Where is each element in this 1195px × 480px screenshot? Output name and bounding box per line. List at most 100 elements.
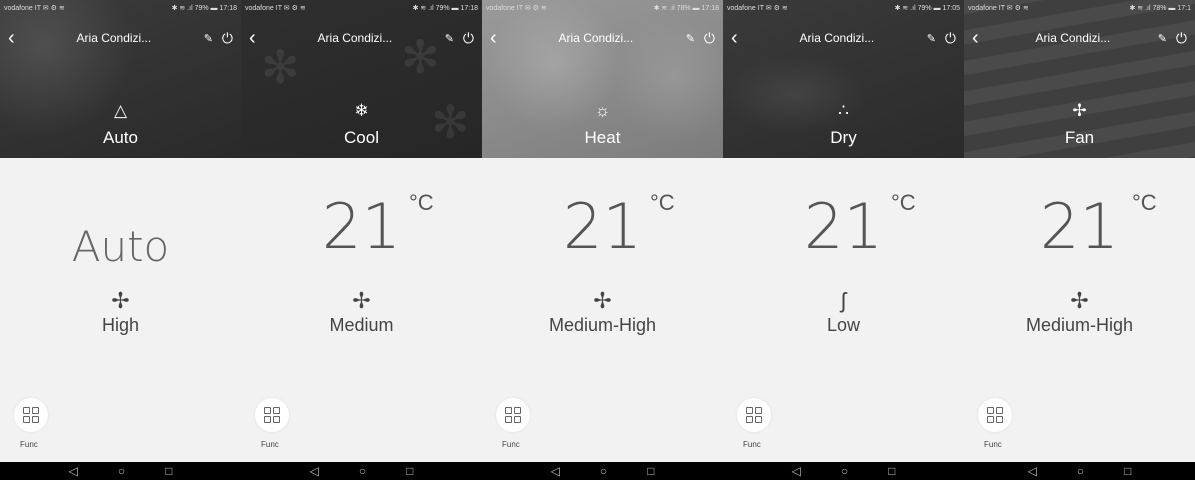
nav-recent-icon[interactable]: □: [165, 464, 172, 478]
edit-icon[interactable]: ✎: [1158, 32, 1167, 45]
back-icon[interactable]: ‹: [249, 28, 269, 48]
nav-recent-icon[interactable]: □: [1124, 464, 1131, 478]
status-bar: vodafone IT ✉ ⚙ ≋ ✱ ≋ .ıl 78% ▬ 17:1: [964, 0, 1195, 16]
system-status: ✱ ≋ .ıl 78% ▬ 17:1: [1129, 5, 1191, 12]
temperature-unit: °C: [650, 190, 675, 215]
nav-back-icon[interactable]: ◁: [792, 464, 801, 478]
fan-speed-label[interactable]: Medium: [241, 315, 482, 336]
edit-icon[interactable]: ✎: [204, 32, 213, 45]
fan-icon[interactable]: ✢: [482, 290, 723, 312]
fan-icon[interactable]: ʃ: [723, 290, 964, 312]
temperature-display[interactable]: 21: [482, 192, 723, 262]
back-icon[interactable]: ‹: [8, 28, 28, 48]
func-button[interactable]: [14, 398, 48, 432]
mode-label[interactable]: Heat: [482, 128, 723, 148]
fan-speed-label[interactable]: Low: [723, 315, 964, 336]
grid-icon: [505, 407, 521, 423]
func-button[interactable]: [978, 398, 1012, 432]
mode-cool-icon: ❄: [354, 101, 369, 120]
power-icon[interactable]: ⏻: [936, 30, 956, 47]
fan-speed-label[interactable]: High: [0, 315, 241, 336]
mode-label[interactable]: Dry: [723, 128, 964, 148]
carrier-status: vodafone IT ✉ ⚙ ≋: [727, 5, 788, 12]
mode-header: ✻ ✻ ✻ vodafone IT ✉ ⚙ ≋ ✱ ≋ .ıl 79% ▬ 17:…: [241, 0, 482, 158]
temperature-unit: °C: [409, 190, 434, 215]
system-status: ✱ ≋ .ıl 79% ▬ 17:18: [412, 5, 478, 12]
screen-cool: ✻ ✻ ✻ vodafone IT ✉ ⚙ ≋ ✱ ≋ .ıl 79% ▬ 17:…: [241, 0, 482, 480]
mode-label[interactable]: Fan: [964, 128, 1195, 148]
power-icon[interactable]: ⏻: [695, 30, 715, 47]
nav-recent-icon[interactable]: □: [647, 464, 654, 478]
func-button[interactable]: [496, 398, 530, 432]
system-nav-bar: ◁ ○ □: [964, 462, 1195, 480]
app-bar: ‹ Aria Condizi... ✎ ⏻: [723, 26, 964, 50]
func-label: Func: [502, 440, 520, 449]
mode-auto-icon: △: [113, 101, 128, 120]
mode-heat-icon: ☼: [594, 101, 611, 120]
back-icon[interactable]: ‹: [731, 28, 751, 48]
system-status: ✱ ≋ .ıl 78% ▬ 17:18: [653, 5, 719, 12]
app-bar: ‹ Aria Condizi... ✎ ⏻: [241, 26, 482, 50]
temperature-unit: °C: [891, 190, 916, 215]
screen-auto: vodafone IT ✉ ⚙ ≋ ✱ ≋ .ıl 79% ▬ 17:18 ‹ A…: [0, 0, 241, 480]
nav-home-icon[interactable]: ○: [600, 464, 607, 478]
fan-speed-label[interactable]: Medium-High: [964, 315, 1195, 336]
carrier-status: vodafone IT ✉ ⚙ ≋: [968, 5, 1029, 12]
system-nav-bar: ◁ ○ □: [241, 462, 482, 480]
carrier-status: vodafone IT ✉ ⚙ ≋: [245, 5, 306, 12]
device-title: Aria Condizi...: [317, 31, 393, 45]
carrier-status: vodafone IT ✉ ⚙ ≋: [486, 5, 547, 12]
app-bar: ‹ Aria Condizi... ✎ ⏻: [482, 26, 723, 50]
grid-icon: [264, 407, 280, 423]
temperature-display[interactable]: 21: [723, 192, 964, 262]
status-bar: vodafone IT ✉ ⚙ ≋ ✱ ≋ .ıl 79% ▬ 17:05: [723, 0, 964, 16]
mode-dry-icon: ∴: [838, 101, 849, 120]
nav-back-icon[interactable]: ◁: [69, 464, 78, 478]
nav-home-icon[interactable]: ○: [359, 464, 366, 478]
nav-back-icon[interactable]: ◁: [1028, 464, 1037, 478]
app-bar: ‹ Aria Condizi... ✎ ⏻: [964, 26, 1195, 50]
func-button[interactable]: [255, 398, 289, 432]
mode-header: vodafone IT ✉ ⚙ ≋ ✱ ≋ .ıl 79% ▬ 17:05 ‹ A…: [723, 0, 964, 158]
nav-recent-icon[interactable]: □: [406, 464, 413, 478]
fan-icon[interactable]: ✢: [241, 290, 482, 312]
func-label: Func: [261, 440, 279, 449]
device-title: Aria Condizi...: [799, 31, 875, 45]
screenshot-strip: vodafone IT ✉ ⚙ ≋ ✱ ≋ .ıl 79% ▬ 17:18 ‹ A…: [0, 0, 1195, 480]
carrier-status: vodafone IT ✉ ⚙ ≋: [4, 5, 65, 12]
back-icon[interactable]: ‹: [490, 28, 510, 48]
fan-icon[interactable]: ✢: [964, 290, 1195, 312]
system-nav-bar: ◁ ○ □: [723, 462, 964, 480]
status-bar: vodafone IT ✉ ⚙ ≋ ✱ ≋ .ıl 79% ▬ 17:18: [241, 0, 482, 16]
temperature-display[interactable]: 21: [964, 192, 1195, 262]
nav-back-icon[interactable]: ◁: [310, 464, 319, 478]
edit-icon[interactable]: ✎: [445, 32, 454, 45]
func-label: Func: [743, 440, 761, 449]
nav-home-icon[interactable]: ○: [841, 464, 848, 478]
fan-icon[interactable]: ✢: [0, 290, 241, 312]
power-icon[interactable]: ⏻: [454, 30, 474, 47]
temperature-display[interactable]: Auto: [0, 212, 241, 282]
func-button[interactable]: [737, 398, 771, 432]
screen-heat: vodafone IT ✉ ⚙ ≋ ✱ ≋ .ıl 78% ▬ 17:18 ‹ A…: [482, 0, 723, 480]
mode-label[interactable]: Cool: [241, 128, 482, 148]
system-nav-bar: ◁ ○ □: [0, 462, 241, 480]
edit-icon[interactable]: ✎: [927, 32, 936, 45]
device-title: Aria Condizi...: [76, 31, 152, 45]
back-icon[interactable]: ‹: [972, 28, 992, 48]
screen-dry: vodafone IT ✉ ⚙ ≋ ✱ ≋ .ıl 79% ▬ 17:05 ‹ A…: [723, 0, 964, 480]
temperature-display[interactable]: 21: [241, 192, 482, 262]
nav-home-icon[interactable]: ○: [118, 464, 125, 478]
grid-icon: [23, 407, 39, 423]
power-icon[interactable]: ⏻: [213, 30, 233, 47]
app-bar: ‹ Aria Condizi... ✎ ⏻: [0, 26, 241, 50]
nav-back-icon[interactable]: ◁: [551, 464, 560, 478]
power-icon[interactable]: ⏻: [1167, 30, 1187, 47]
edit-icon[interactable]: ✎: [686, 32, 695, 45]
func-label: Func: [984, 440, 1002, 449]
nav-home-icon[interactable]: ○: [1077, 464, 1084, 478]
fan-speed-label[interactable]: Medium-High: [482, 315, 723, 336]
mode-label[interactable]: Auto: [0, 128, 241, 148]
nav-recent-icon[interactable]: □: [888, 464, 895, 478]
mode-header: vodafone IT ✉ ⚙ ≋ ✱ ≋ .ıl 78% ▬ 17:1 ‹ Ar…: [964, 0, 1195, 158]
